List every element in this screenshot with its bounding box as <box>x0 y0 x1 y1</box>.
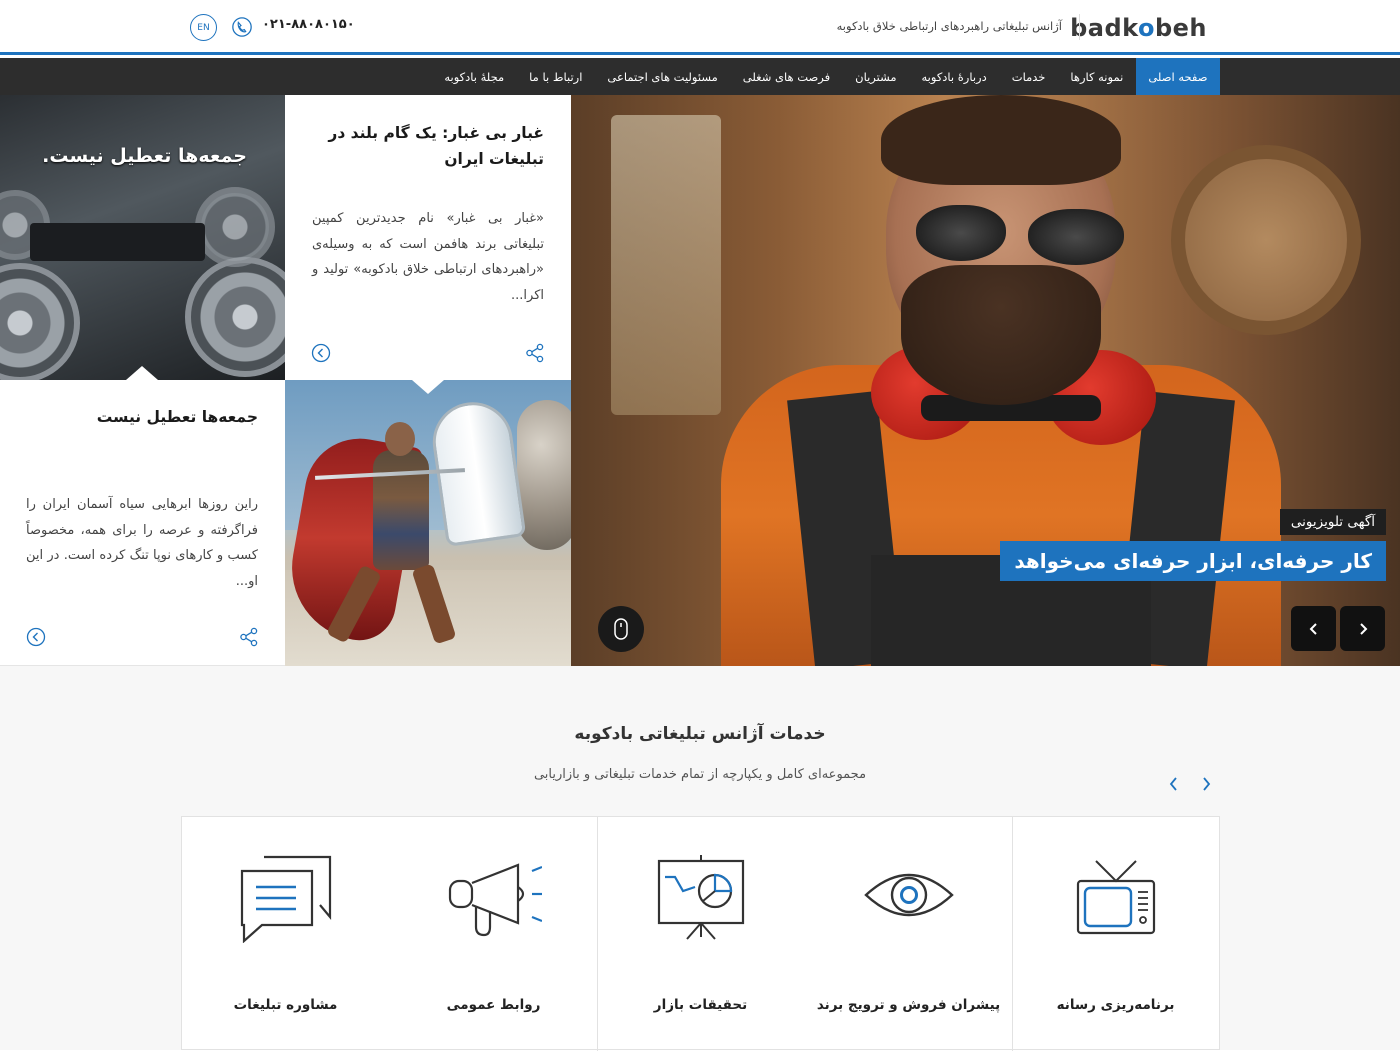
image-warrior-body <box>373 450 429 570</box>
article-excerpt: «غبار بی غبار» نام جدیدترین کمپین تبلیغا… <box>312 211 544 303</box>
slider-prev-button[interactable] <box>1291 606 1336 651</box>
service-label: تحقیقات بازار <box>653 997 748 1013</box>
chevron-right-icon <box>1359 622 1367 635</box>
services-list: برنامه‌ریزی رسانه پیشران فروش و ترویج بر… <box>181 816 1220 1051</box>
phone-number[interactable]: ۰۲۱-۸۸۰۸۰۱۵۰ <box>262 17 355 32</box>
nav-item-1[interactable]: نمونه کارها <box>1058 58 1136 95</box>
image-leg <box>411 563 457 645</box>
tv-icon <box>1076 860 1156 935</box>
chevron-left-icon <box>1309 622 1317 635</box>
tile-notch <box>412 380 444 394</box>
hero-slider[interactable]: آگهی تلویزیونی کار حرفه‌ای، ابزار حرفه‌ا… <box>571 95 1400 666</box>
service-label: برنامه‌ریزی رسانه <box>1056 997 1175 1013</box>
slide-glasses <box>916 205 1126 265</box>
nav-item-8[interactable]: مجلهٔ بادکوبه <box>432 58 517 95</box>
megaphone-icon <box>448 863 542 937</box>
services-next-button[interactable] <box>1196 772 1216 796</box>
tile-notch <box>126 366 158 380</box>
service-media-planning[interactable]: برنامه‌ریزی رسانه <box>1012 817 1219 1051</box>
service-label: مشاوره تبلیغات <box>233 997 338 1013</box>
slide-hair <box>881 95 1121 185</box>
services-section: خدمات آژانس تبلیغاتی بادکوبه مجموعه‌ای ک… <box>0 666 1400 1051</box>
scroll-down-button[interactable] <box>598 606 644 652</box>
film-reel-back-right <box>195 187 275 267</box>
film-tile-caption: جمعه‌ها تعطیل نیست. <box>42 145 247 167</box>
nav-item-2[interactable]: خدمات <box>999 58 1058 95</box>
site-tagline: آژانس تبلیغاتی راهبردهای ارتباطی خلاق با… <box>836 19 1062 33</box>
chat-bubbles-icon <box>240 855 332 943</box>
chevron-left-icon <box>1169 777 1177 791</box>
read-more-arrow-icon[interactable] <box>26 627 46 647</box>
main-navigation: صفحه اصلی نمونه کارها خدمات دربارهٔ بادکوبه… <box>0 58 1400 95</box>
chevron-right-icon <box>1203 777 1211 791</box>
slide-lens <box>916 205 1006 261</box>
article-card-top[interactable]: غبار بی غبار: یک گام بلند در تبلیغات ایر… <box>285 95 571 380</box>
share-icon[interactable] <box>239 627 259 647</box>
slide-beard <box>901 265 1101 405</box>
article-card-bottom[interactable]: جمعه‌ها تعطیل نیست راین روزها ابرهایی سی… <box>0 380 285 666</box>
nav-item-5[interactable]: فرصت های شغلی <box>730 58 842 95</box>
slide-bg-mirror <box>1171 145 1361 335</box>
nav-item-3[interactable]: دربارهٔ بادکوبه <box>909 58 999 95</box>
nav-item-6[interactable]: مسئولیت های اجتماعی <box>595 58 730 95</box>
slide-category-label: آگهی تلویزیونی <box>1279 509 1386 535</box>
mouse-icon <box>614 618 628 640</box>
service-advertising-consulting[interactable]: مشاوره تبلیغات <box>182 817 389 1051</box>
nav-list: صفحه اصلی نمونه کارها خدمات دربارهٔ بادکوبه… <box>432 58 1220 95</box>
warrior-campaign-image[interactable] <box>285 380 571 666</box>
image-warrior-legs <box>325 563 463 645</box>
services-title: خدمات آژانس تبلیغاتی بادکوبه <box>574 724 826 744</box>
nav-item-7[interactable]: ارتباط با ما <box>517 58 595 95</box>
site-header: badkobeh آژانس تبلیغاتی راهبردهای ارتباط… <box>0 0 1400 55</box>
phone-icon <box>232 17 252 37</box>
slider-next-button[interactable] <box>1340 606 1385 651</box>
presentation-chart-icon <box>657 855 745 940</box>
service-sales-promotion[interactable]: پیشران فروش و ترویج برند <box>805 817 1012 1051</box>
site-logo[interactable]: badkobeh <box>1070 14 1207 42</box>
hero-section: جمعه‌ها تعطیل نیست. غبار بی غبار: یک گام… <box>0 95 1400 666</box>
film-reel-right <box>185 257 285 377</box>
language-switch-button[interactable]: EN <box>190 14 217 41</box>
article-excerpt: راین روزها ابرهایی سیاه آسمان ایران را ف… <box>26 497 258 589</box>
service-market-research[interactable]: تحقیقات بازار <box>597 817 804 1051</box>
services-carousel-nav <box>1164 772 1220 796</box>
nav-item-4[interactable]: مشتریان <box>843 58 909 95</box>
projector-deck <box>30 223 205 261</box>
article-title[interactable]: غبار بی غبار: یک گام بلند در تبلیغات ایر… <box>304 120 544 172</box>
service-public-relations[interactable]: روابط عمومی <box>390 817 597 1051</box>
service-label: روابط عمومی <box>446 997 541 1013</box>
eye-icon <box>864 873 954 917</box>
nav-item-0[interactable]: صفحه اصلی <box>1135 58 1220 95</box>
share-icon[interactable] <box>525 343 545 363</box>
image-warrior-head <box>385 422 415 456</box>
header-divider <box>1079 14 1080 40</box>
slide-lens <box>1028 209 1124 265</box>
read-more-arrow-icon[interactable] <box>311 343 331 363</box>
film-reel-left <box>0 263 80 380</box>
slide-title[interactable]: کار حرفه‌ای، ابزار حرفه‌ای می‌خواهد <box>1000 541 1386 581</box>
services-prev-button[interactable] <box>1164 772 1184 796</box>
article-title[interactable]: جمعه‌ها تعطیل نیست <box>18 404 258 430</box>
slide-bg-window <box>611 115 721 415</box>
film-reel-image[interactable]: جمعه‌ها تعطیل نیست. <box>0 95 285 380</box>
service-label: پیشران فروش و ترویج برند <box>816 997 1001 1013</box>
